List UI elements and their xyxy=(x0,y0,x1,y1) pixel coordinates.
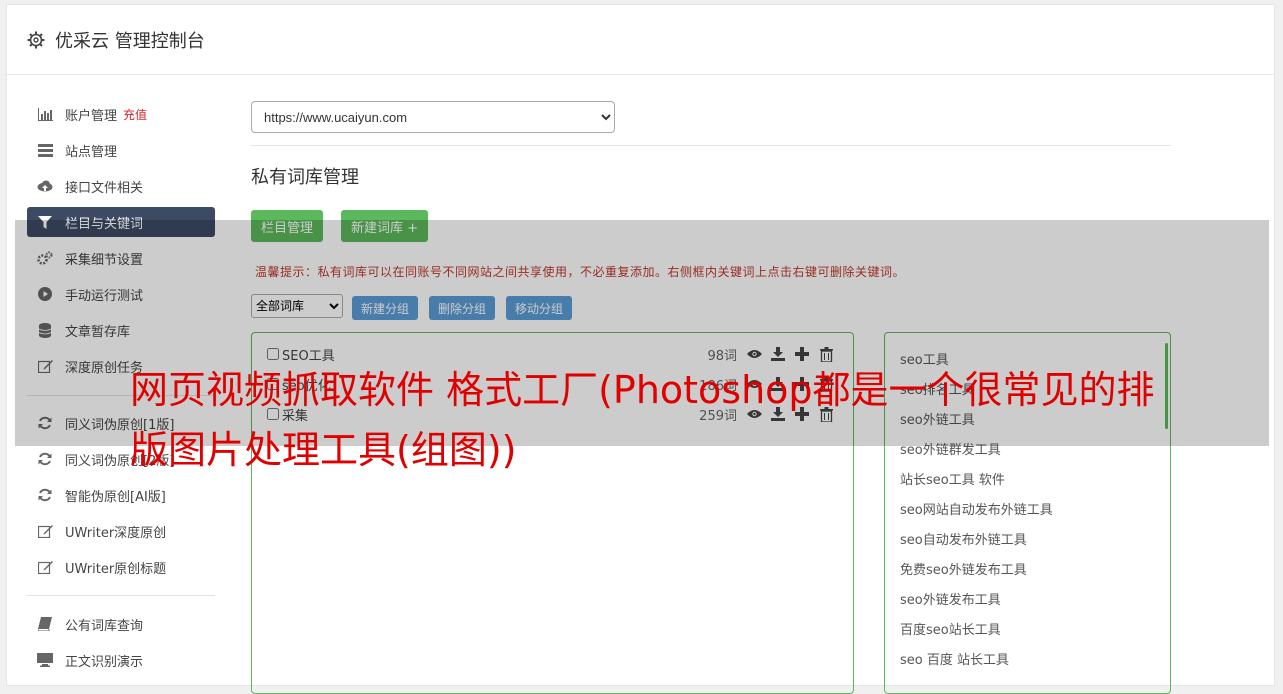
keyword-item[interactable]: 免费seo外链发布工具 xyxy=(900,559,1027,578)
sidebar-item-public-lexicon[interactable]: 公有词库查询 xyxy=(27,609,215,639)
divider xyxy=(251,145,1171,146)
sidebar-item-uwriter-deep[interactable]: UWriter深度原创 xyxy=(27,516,215,546)
refresh-icon xyxy=(37,451,53,467)
sidebar-item-uwriter-title[interactable]: UWriter原创标题 xyxy=(27,552,215,582)
keyword-item[interactable]: seo自动发布外链工具 xyxy=(900,529,1027,548)
sidebar-item-label: 接口文件相关 xyxy=(65,180,144,196)
sidebar-item-text-recognition[interactable]: 正文识别演示 xyxy=(27,645,215,675)
refresh-icon xyxy=(37,487,53,503)
monitor-icon xyxy=(37,652,53,668)
book-icon xyxy=(37,616,53,632)
sidebar-item-label: 智能伪原创[AI版] xyxy=(65,489,166,505)
sidebar-item-label: UWriter深度原创 xyxy=(65,525,167,541)
site-select[interactable]: https://www.ucaiyun.com xyxy=(251,101,615,133)
gear-icon xyxy=(27,31,45,49)
sidebar-item-account[interactable]: 账户管理 充值 xyxy=(27,99,215,129)
sidebar-item-label: 公有词库查询 xyxy=(65,618,144,634)
sidebar-divider xyxy=(27,595,215,596)
sidebar-item-label: 站点管理 xyxy=(65,144,118,160)
app-header: 优采云 管理控制台 xyxy=(7,5,1274,75)
recharge-link[interactable]: 充值 xyxy=(123,106,147,123)
sidebar-item-label: 账户管理 xyxy=(65,108,118,124)
sidebar-item-smart-ai[interactable]: 智能伪原创[AI版] xyxy=(27,480,215,510)
sidebar-item-api-files[interactable]: 接口文件相关 xyxy=(27,171,215,201)
keyword-item[interactable]: seo 百度 站长工具 xyxy=(900,649,1009,668)
sidebar-item-sites[interactable]: 站点管理 xyxy=(27,135,215,165)
bar-chart-icon xyxy=(37,106,53,122)
app-title: 优采云 管理控制台 xyxy=(55,30,205,52)
keyword-item[interactable]: seo外链发布工具 xyxy=(900,589,1001,608)
edit-icon xyxy=(37,523,53,539)
edit-icon xyxy=(37,559,53,575)
overlay-headline: 网页视频抓取软件 格式工厂(Photoshop都是一个很常见的排版图片处理工具(… xyxy=(130,368,1155,472)
server-icon xyxy=(37,142,53,158)
keyword-item[interactable]: seo网站自动发布外链工具 xyxy=(900,499,1053,518)
cloud-upload-icon xyxy=(37,178,53,194)
sidebar-item-label: UWriter原创标题 xyxy=(65,561,167,577)
page-title: 私有词库管理 xyxy=(251,167,359,188)
keyword-item[interactable]: 百度seo站长工具 xyxy=(900,619,1001,638)
